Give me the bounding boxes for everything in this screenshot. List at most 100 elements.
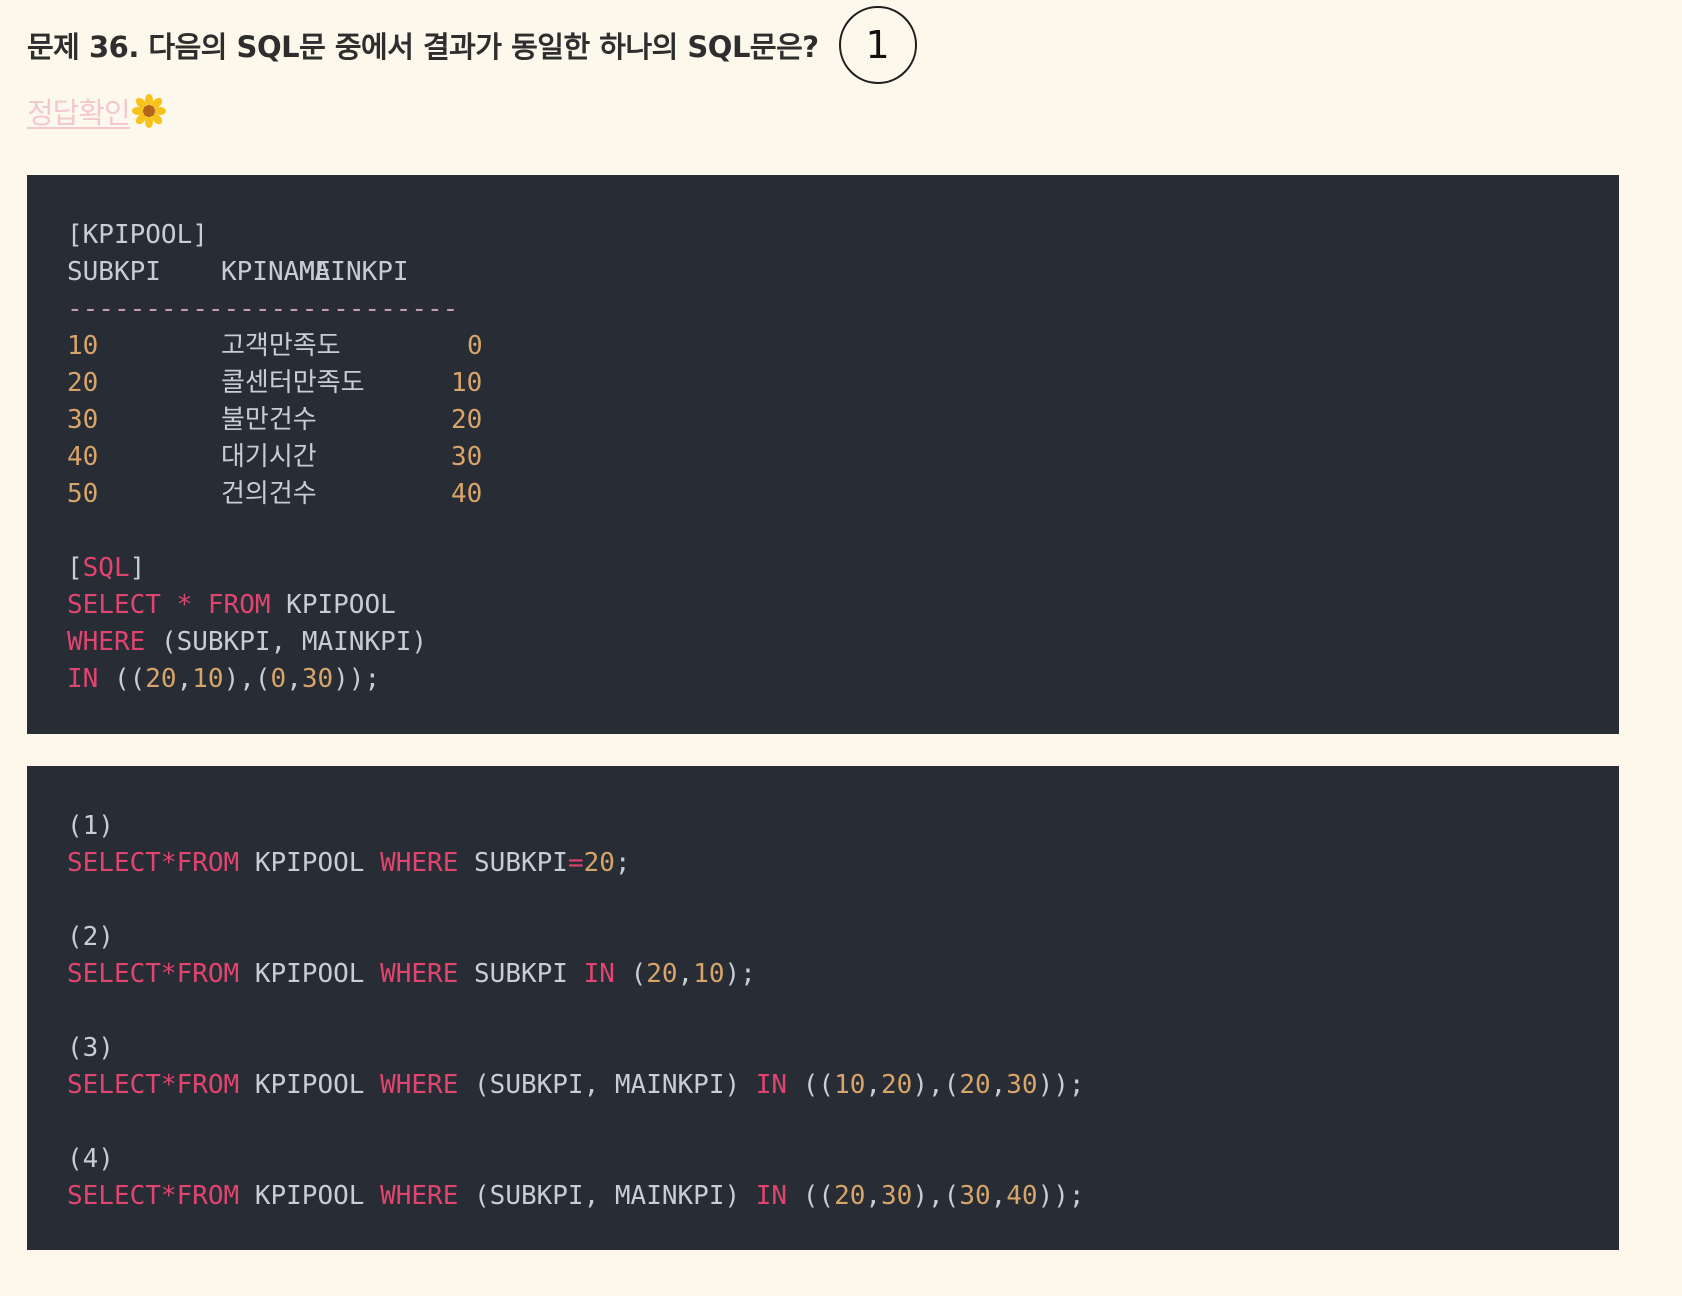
sql-text: (SUBKPI, MAINKPI) bbox=[474, 1070, 741, 1100]
bracket-close: ] bbox=[129, 553, 146, 583]
option-2-sql: SELECT*FROM KPIPOOL WHERE SUBKPI IN (20,… bbox=[67, 956, 1619, 993]
option-label: (2) bbox=[67, 922, 114, 952]
sql-number: 30 bbox=[301, 664, 334, 694]
sql-punct: , bbox=[990, 1181, 1007, 1211]
option-number: (4) bbox=[67, 1141, 1619, 1178]
sql-number: 30 bbox=[959, 1181, 991, 1211]
answer-badge: 1 bbox=[838, 6, 917, 84]
cell-mainkpi: 10 bbox=[451, 368, 483, 398]
sql-keyword: SELECT*FROM bbox=[67, 1070, 240, 1100]
sql-punct: ; bbox=[614, 848, 631, 878]
sql-punct: )); bbox=[1037, 1181, 1085, 1211]
sql-number: 0 bbox=[270, 664, 287, 694]
options-code-block: (1) SELECT*FROM KPIPOOL WHERE SUBKPI=20;… bbox=[27, 766, 1619, 1250]
sql-punct: , bbox=[176, 664, 193, 694]
option-number: (1) bbox=[67, 808, 1619, 845]
table-name: [KPIPOOL] bbox=[67, 220, 208, 250]
sql-keyword: WHERE bbox=[380, 1070, 459, 1100]
sql-text: KPIPOOL bbox=[254, 959, 365, 989]
option-number: (3) bbox=[67, 1030, 1619, 1067]
column-subkpi: SUBKPI bbox=[67, 257, 161, 287]
table-header-row: SUBKPI KPINAME MAINKPI bbox=[67, 254, 1619, 291]
sql-keyword: WHERE bbox=[380, 959, 459, 989]
option-label: (4) bbox=[67, 1144, 114, 1174]
table-row: 30 불만건수 20 bbox=[67, 402, 1619, 439]
sql-line-2: WHERE (SUBKPI, MAINKPI) bbox=[67, 624, 1619, 661]
sql-keyword: WHERE bbox=[380, 1181, 459, 1211]
sql-punct: (( bbox=[802, 1181, 835, 1211]
option-4-sql: SELECT*FROM KPIPOOL WHERE (SUBKPI, MAINK… bbox=[67, 1178, 1619, 1215]
sql-number: 30 bbox=[881, 1181, 913, 1211]
cell-subkpi: 40 bbox=[67, 442, 99, 472]
sql-text: KPIPOOL bbox=[254, 1070, 365, 1100]
sql-punct: (( bbox=[802, 1070, 835, 1100]
sql-keyword: IN bbox=[583, 959, 615, 989]
sql-number: 20 bbox=[583, 848, 615, 878]
sql-number: 20 bbox=[959, 1070, 991, 1100]
sql-text: (SUBKPI, MAINKPI) bbox=[160, 627, 428, 657]
flower-icon bbox=[131, 94, 166, 128]
question-header: 문제 36. 다음의 SQL문 중에서 결과가 동일한 하나의 SQL문은? 1 bbox=[27, 0, 917, 90]
sql-keyword: IN bbox=[755, 1070, 788, 1100]
sql-number: 40 bbox=[1006, 1181, 1038, 1211]
cell-subkpi: 30 bbox=[67, 405, 99, 435]
question-title: 문제 36. 다음의 SQL문 중에서 결과가 동일한 하나의 SQL문은? bbox=[27, 30, 819, 64]
sql-text: KPIPOOL bbox=[286, 590, 396, 620]
sql-text: KPIPOOL bbox=[254, 848, 365, 878]
sql-number: 20 bbox=[834, 1181, 866, 1211]
sql-operator: * bbox=[176, 590, 193, 620]
sql-punct: )); bbox=[333, 664, 381, 694]
sql-punct: , bbox=[865, 1181, 882, 1211]
option-1-sql: SELECT*FROM KPIPOOL WHERE SUBKPI=20; bbox=[67, 845, 1619, 882]
sql-keyword: IN bbox=[67, 664, 99, 694]
sql-number: 10 bbox=[693, 959, 725, 989]
sql-line-3: IN ((20,10),(0,30)); bbox=[67, 661, 1619, 698]
sql-punct: ( bbox=[630, 959, 647, 989]
sql-keyword: FROM bbox=[207, 590, 271, 620]
cell-subkpi: 10 bbox=[67, 331, 99, 361]
cell-mainkpi: 0 bbox=[467, 331, 483, 361]
bracket-open: [ bbox=[67, 553, 83, 583]
cell-kpiname: 불만건수 bbox=[221, 405, 317, 435]
option-label: (3) bbox=[67, 1033, 114, 1063]
sql-text: SUBKPI bbox=[474, 959, 568, 989]
sql-punct: ),( bbox=[223, 664, 271, 694]
table-code-block: [KPIPOOL] SUBKPI KPINAME MAINKPI -------… bbox=[27, 175, 1619, 734]
sql-punct: ),( bbox=[912, 1070, 960, 1100]
sql-number: 20 bbox=[145, 664, 177, 694]
check-answer-link[interactable]: 정답확인 bbox=[27, 90, 131, 132]
sql-punct: , bbox=[990, 1070, 1007, 1100]
table-row: 10 고객만족도 0 bbox=[67, 328, 1619, 365]
sql-punct: , bbox=[677, 959, 694, 989]
sql-label: [SQL] bbox=[67, 550, 1619, 587]
cell-subkpi: 20 bbox=[67, 368, 99, 398]
table-row: 50 건의건수 40 bbox=[67, 476, 1619, 513]
table-row: 20 콜센터만족도 10 bbox=[67, 365, 1619, 402]
sql-punct: ),( bbox=[912, 1181, 960, 1211]
table-separator: ------------------------- bbox=[67, 294, 459, 324]
answer-check-row: 정답확인 bbox=[27, 90, 166, 132]
sql-keyword: IN bbox=[755, 1181, 788, 1211]
sql-punct: )); bbox=[1037, 1070, 1085, 1100]
column-mainkpi: MAINKPI bbox=[299, 257, 409, 287]
cell-kpiname: 대기시간 bbox=[221, 442, 317, 472]
sql-punct: ); bbox=[724, 959, 756, 989]
option-3-sql: SELECT*FROM KPIPOOL WHERE (SUBKPI, MAINK… bbox=[67, 1067, 1619, 1104]
sql-number: 10 bbox=[192, 664, 224, 694]
cell-kpiname: 콜센터만족도 bbox=[221, 368, 365, 398]
sql-text: KPIPOOL bbox=[254, 1181, 365, 1211]
cell-kpiname: 건의건수 bbox=[221, 479, 317, 509]
cell-mainkpi: 30 bbox=[451, 442, 483, 472]
cell-subkpi: 50 bbox=[67, 479, 99, 509]
sql-operator: = bbox=[567, 848, 584, 878]
sql-number: 20 bbox=[646, 959, 678, 989]
sql-punct: , bbox=[286, 664, 302, 694]
sql-line-1: SELECT * FROM KPIPOOL bbox=[67, 587, 1619, 624]
sql-number: 30 bbox=[1006, 1070, 1038, 1100]
sql-keyword: SELECT*FROM bbox=[67, 848, 240, 878]
cell-kpiname: 고객만족도 bbox=[221, 331, 341, 361]
sql-keyword: SELECT bbox=[67, 590, 161, 620]
cell-mainkpi: 40 bbox=[451, 479, 483, 509]
sql-text: (SUBKPI, MAINKPI) bbox=[474, 1181, 741, 1211]
cell-mainkpi: 20 bbox=[451, 405, 483, 435]
